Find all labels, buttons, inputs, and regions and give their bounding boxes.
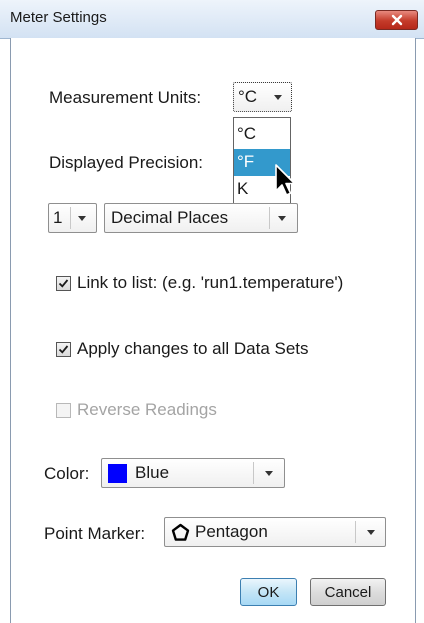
- precision-value-select[interactable]: 1: [48, 203, 97, 233]
- dialog-title: Meter Settings: [10, 9, 107, 26]
- dropdown-option-celsius[interactable]: °C: [234, 121, 290, 148]
- reverse-readings-checkbox[interactable]: [56, 403, 71, 418]
- chevron-down-icon: [274, 95, 282, 100]
- chevron-down-icon: [265, 471, 273, 476]
- reverse-readings-label: Reverse Readings: [77, 400, 217, 419]
- link-to-list-label[interactable]: Link to list: (e.g. 'run1.temperature'): [77, 273, 343, 293]
- precision-mode-value: Decimal Places: [111, 208, 229, 227]
- point-marker-value: Pentagon: [195, 522, 268, 541]
- meter-settings-dialog: Meter Settings Measurement Units: °C °C …: [0, 0, 424, 623]
- color-value: Blue: [135, 463, 170, 482]
- measurement-units-label: Measurement Units:: [49, 88, 202, 107]
- chevron-down-icon: [367, 530, 375, 535]
- combo-separator: [253, 462, 254, 484]
- close-button[interactable]: [375, 10, 418, 30]
- cancel-button[interactable]: Cancel: [310, 578, 386, 606]
- point-marker-label: Point Marker:: [44, 524, 146, 543]
- precision-mode-select[interactable]: Decimal Places: [104, 203, 298, 233]
- precision-value: 1: [53, 208, 63, 227]
- pentagon-icon: [171, 523, 190, 541]
- color-select[interactable]: Blue: [101, 458, 285, 488]
- mouse-cursor-icon: [275, 164, 296, 196]
- checkmark-icon: [58, 279, 69, 288]
- apply-changes-checkbox[interactable]: [56, 342, 71, 357]
- chevron-down-icon: [78, 216, 86, 221]
- combo-separator: [70, 207, 71, 229]
- combo-separator: [355, 521, 356, 543]
- title-bar[interactable]: Meter Settings: [0, 0, 424, 39]
- apply-changes-label[interactable]: Apply changes to all Data Sets: [77, 339, 309, 359]
- close-icon: [391, 14, 402, 26]
- measurement-units-value: °C: [238, 87, 258, 106]
- link-to-list-checkbox[interactable]: [56, 276, 71, 291]
- ok-button[interactable]: OK: [240, 578, 297, 606]
- displayed-precision-label: Displayed Precision:: [49, 153, 204, 172]
- color-swatch: [108, 464, 127, 483]
- chevron-down-icon: [278, 216, 286, 221]
- checkmark-icon: [58, 345, 69, 354]
- combo-separator: [269, 207, 270, 229]
- measurement-units-select[interactable]: °C: [233, 82, 292, 112]
- point-marker-select[interactable]: Pentagon: [164, 517, 386, 547]
- color-label: Color:: [44, 464, 90, 483]
